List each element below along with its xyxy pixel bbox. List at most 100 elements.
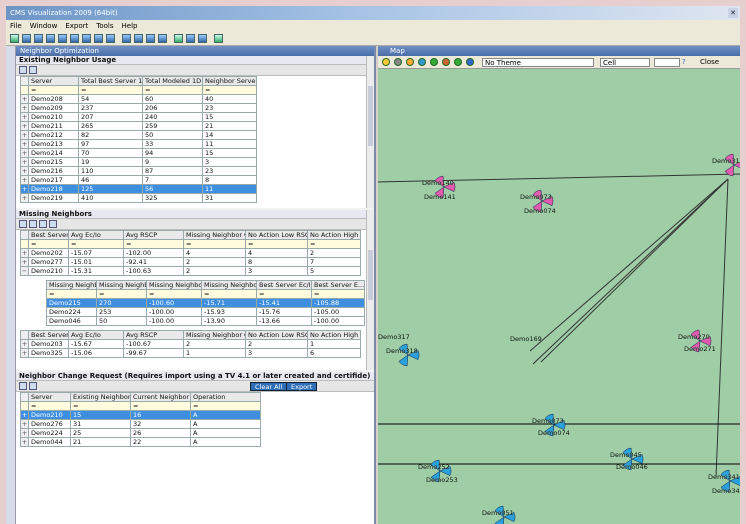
table-row[interactable]: + Demo212 82 50 14 <box>20 130 257 140</box>
grid-icon[interactable] <box>19 220 27 228</box>
column-header[interactable]: No Action High RSCP <box>307 230 361 240</box>
site-label[interactable]: Demo074 <box>538 429 570 437</box>
table-row[interactable]: + Demo217 46 7 8 <box>20 175 257 185</box>
refresh-icon[interactable] <box>174 34 183 43</box>
globe-icon[interactable] <box>466 58 474 66</box>
column-header[interactable]: No Action Low RSCP <box>245 230 308 240</box>
filter-cell[interactable]: = <box>28 85 79 95</box>
list-icon[interactable] <box>29 66 37 74</box>
table-row[interactable]: + Demo215 19 9 3 <box>20 157 257 167</box>
zoom-out-icon[interactable] <box>430 58 438 66</box>
settings-icon[interactable] <box>186 34 195 43</box>
table-row[interactable]: + Demo209 237 206 23 <box>20 103 257 113</box>
select-icon[interactable] <box>406 58 414 66</box>
filter-icon[interactable] <box>70 34 79 43</box>
menu-export[interactable]: Export <box>61 20 92 32</box>
print-icon[interactable] <box>158 34 167 43</box>
site-label[interactable]: Demo318 <box>712 157 740 165</box>
grid-icon[interactable] <box>82 34 91 43</box>
map-canvas[interactable]: Demo140 Demo141 Demo073 Demo074 Demo318 Demo3… <box>378 69 740 524</box>
report-icon[interactable] <box>106 34 115 43</box>
site-label[interactable]: Demo253 <box>426 476 458 484</box>
table-row[interactable]: − Demo210 -15.31 -100.63 2 3 5 <box>20 266 361 276</box>
open-icon[interactable] <box>22 34 31 43</box>
site-label[interactable]: Demo270 <box>678 333 710 341</box>
save-icon[interactable] <box>34 34 43 43</box>
table-row-selected[interactable]: + Demo210 15 16 A <box>20 410 261 420</box>
column-header[interactable]: Best Server <box>28 230 69 240</box>
table-row[interactable]: + Demo208 54 60 40 <box>20 94 257 104</box>
site-label[interactable]: Demo271 <box>684 345 716 353</box>
export-button[interactable]: Export <box>286 382 318 391</box>
layers-icon[interactable] <box>94 34 103 43</box>
vertical-scrollbar[interactable] <box>366 56 374 208</box>
grid-icon[interactable] <box>19 66 27 74</box>
window-icon[interactable] <box>198 34 207 43</box>
table-row[interactable]: + Demo277 -15.01 -92.41 2 8 7 <box>20 257 361 267</box>
filter-cell[interactable]: = <box>78 85 143 95</box>
site-label[interactable]: Demo045 <box>610 451 642 459</box>
table-row[interactable]: + Demo211 265 259 21 <box>20 121 257 131</box>
menu-help[interactable]: Help <box>118 20 142 32</box>
table-row-selected[interactable]: Demo215 270 -100.60 -15.71 -15.41 -105.88 <box>46 298 365 308</box>
site-label[interactable]: Demo141 <box>424 193 456 201</box>
filter-cell[interactable]: = <box>142 85 203 95</box>
site-label[interactable]: Demo341 <box>708 473 740 481</box>
site-label[interactable]: Demo073 <box>520 193 552 201</box>
zoom-in-icon[interactable] <box>418 58 426 66</box>
column-header[interactable]: Server <box>28 76 79 86</box>
site-label[interactable]: Demo074 <box>524 207 556 215</box>
table-row[interactable]: + Demo044 21 22 A <box>20 437 261 447</box>
side-tab-strip[interactable] <box>6 46 16 524</box>
column-header[interactable]: Missing Neighbor Co <box>183 230 246 240</box>
table-icon[interactable] <box>46 34 55 43</box>
site-label[interactable]: Demo169 <box>510 335 542 343</box>
table-row-selected[interactable]: + Demo218 125 56 11 <box>20 184 257 194</box>
filter-cell[interactable]: = <box>202 85 257 95</box>
table-row[interactable]: + Demo210 207 240 15 <box>20 112 257 122</box>
list-icon[interactable] <box>29 220 37 228</box>
close-map-button[interactable]: Close <box>700 58 719 66</box>
theme-select[interactable]: No Theme <box>482 58 594 67</box>
site-label[interactable]: Demo318 <box>386 347 418 355</box>
clear-all-button[interactable]: Clear All <box>250 382 288 391</box>
site-label[interactable]: Demo046 <box>616 463 648 471</box>
site-label[interactable]: Demo343 <box>712 487 740 495</box>
site-label[interactable]: Demo140 <box>422 179 454 187</box>
new-icon[interactable] <box>10 34 19 43</box>
table-row[interactable]: + Demo203 -15.67 -100.67 2 2 1 <box>20 339 361 349</box>
filter-icon[interactable] <box>39 220 47 228</box>
grid-icon[interactable] <box>19 382 27 390</box>
layer-icon[interactable] <box>442 58 450 66</box>
pointer-icon[interactable] <box>394 58 402 66</box>
cell-select[interactable]: Cell <box>600 58 650 67</box>
menu-window[interactable]: Window <box>26 20 62 32</box>
table-row[interactable]: + Demo224 25 26 A <box>20 428 261 438</box>
map-icon[interactable] <box>49 220 57 228</box>
vertical-scrollbar[interactable] <box>366 210 374 370</box>
table-row[interactable]: + Demo202 -15.07 -102.00 4 4 2 <box>20 248 361 258</box>
site-label[interactable]: Demo317 <box>378 333 410 341</box>
column-header[interactable]: Avg Ec/Io <box>68 230 124 240</box>
site-label[interactable]: Demo073 <box>532 417 564 425</box>
menu-tools[interactable]: Tools <box>92 20 117 32</box>
measure-icon[interactable] <box>134 34 143 43</box>
column-header[interactable]: Avg RSCP <box>123 230 184 240</box>
menu-file[interactable]: File <box>6 20 26 32</box>
table-row[interactable]: + Demo213 97 33 11 <box>20 139 257 149</box>
export-icon[interactable] <box>146 34 155 43</box>
table-row[interactable]: + Demo216 110 87 23 <box>20 166 257 176</box>
map-search-input[interactable] <box>654 58 680 67</box>
help-icon[interactable] <box>214 34 223 43</box>
table-row[interactable]: + Demo325 -15.06 -99.67 1 3 6 <box>20 348 361 358</box>
close-window-icon[interactable]: ✕ <box>728 8 738 18</box>
list-icon[interactable] <box>29 382 37 390</box>
table-row[interactable]: + Demo219 410 325 31 <box>20 193 257 203</box>
pan-icon[interactable] <box>382 58 390 66</box>
site-label[interactable]: Demo051 <box>482 509 514 517</box>
column-header[interactable]: Total Modeled 1D <box>142 76 203 86</box>
chart-icon[interactable] <box>58 34 67 43</box>
table-row[interactable]: + Demo276 31 32 A <box>20 419 261 429</box>
table-row[interactable]: + Demo214 70 94 15 <box>20 148 257 158</box>
help-icon[interactable]: ? <box>682 58 686 66</box>
